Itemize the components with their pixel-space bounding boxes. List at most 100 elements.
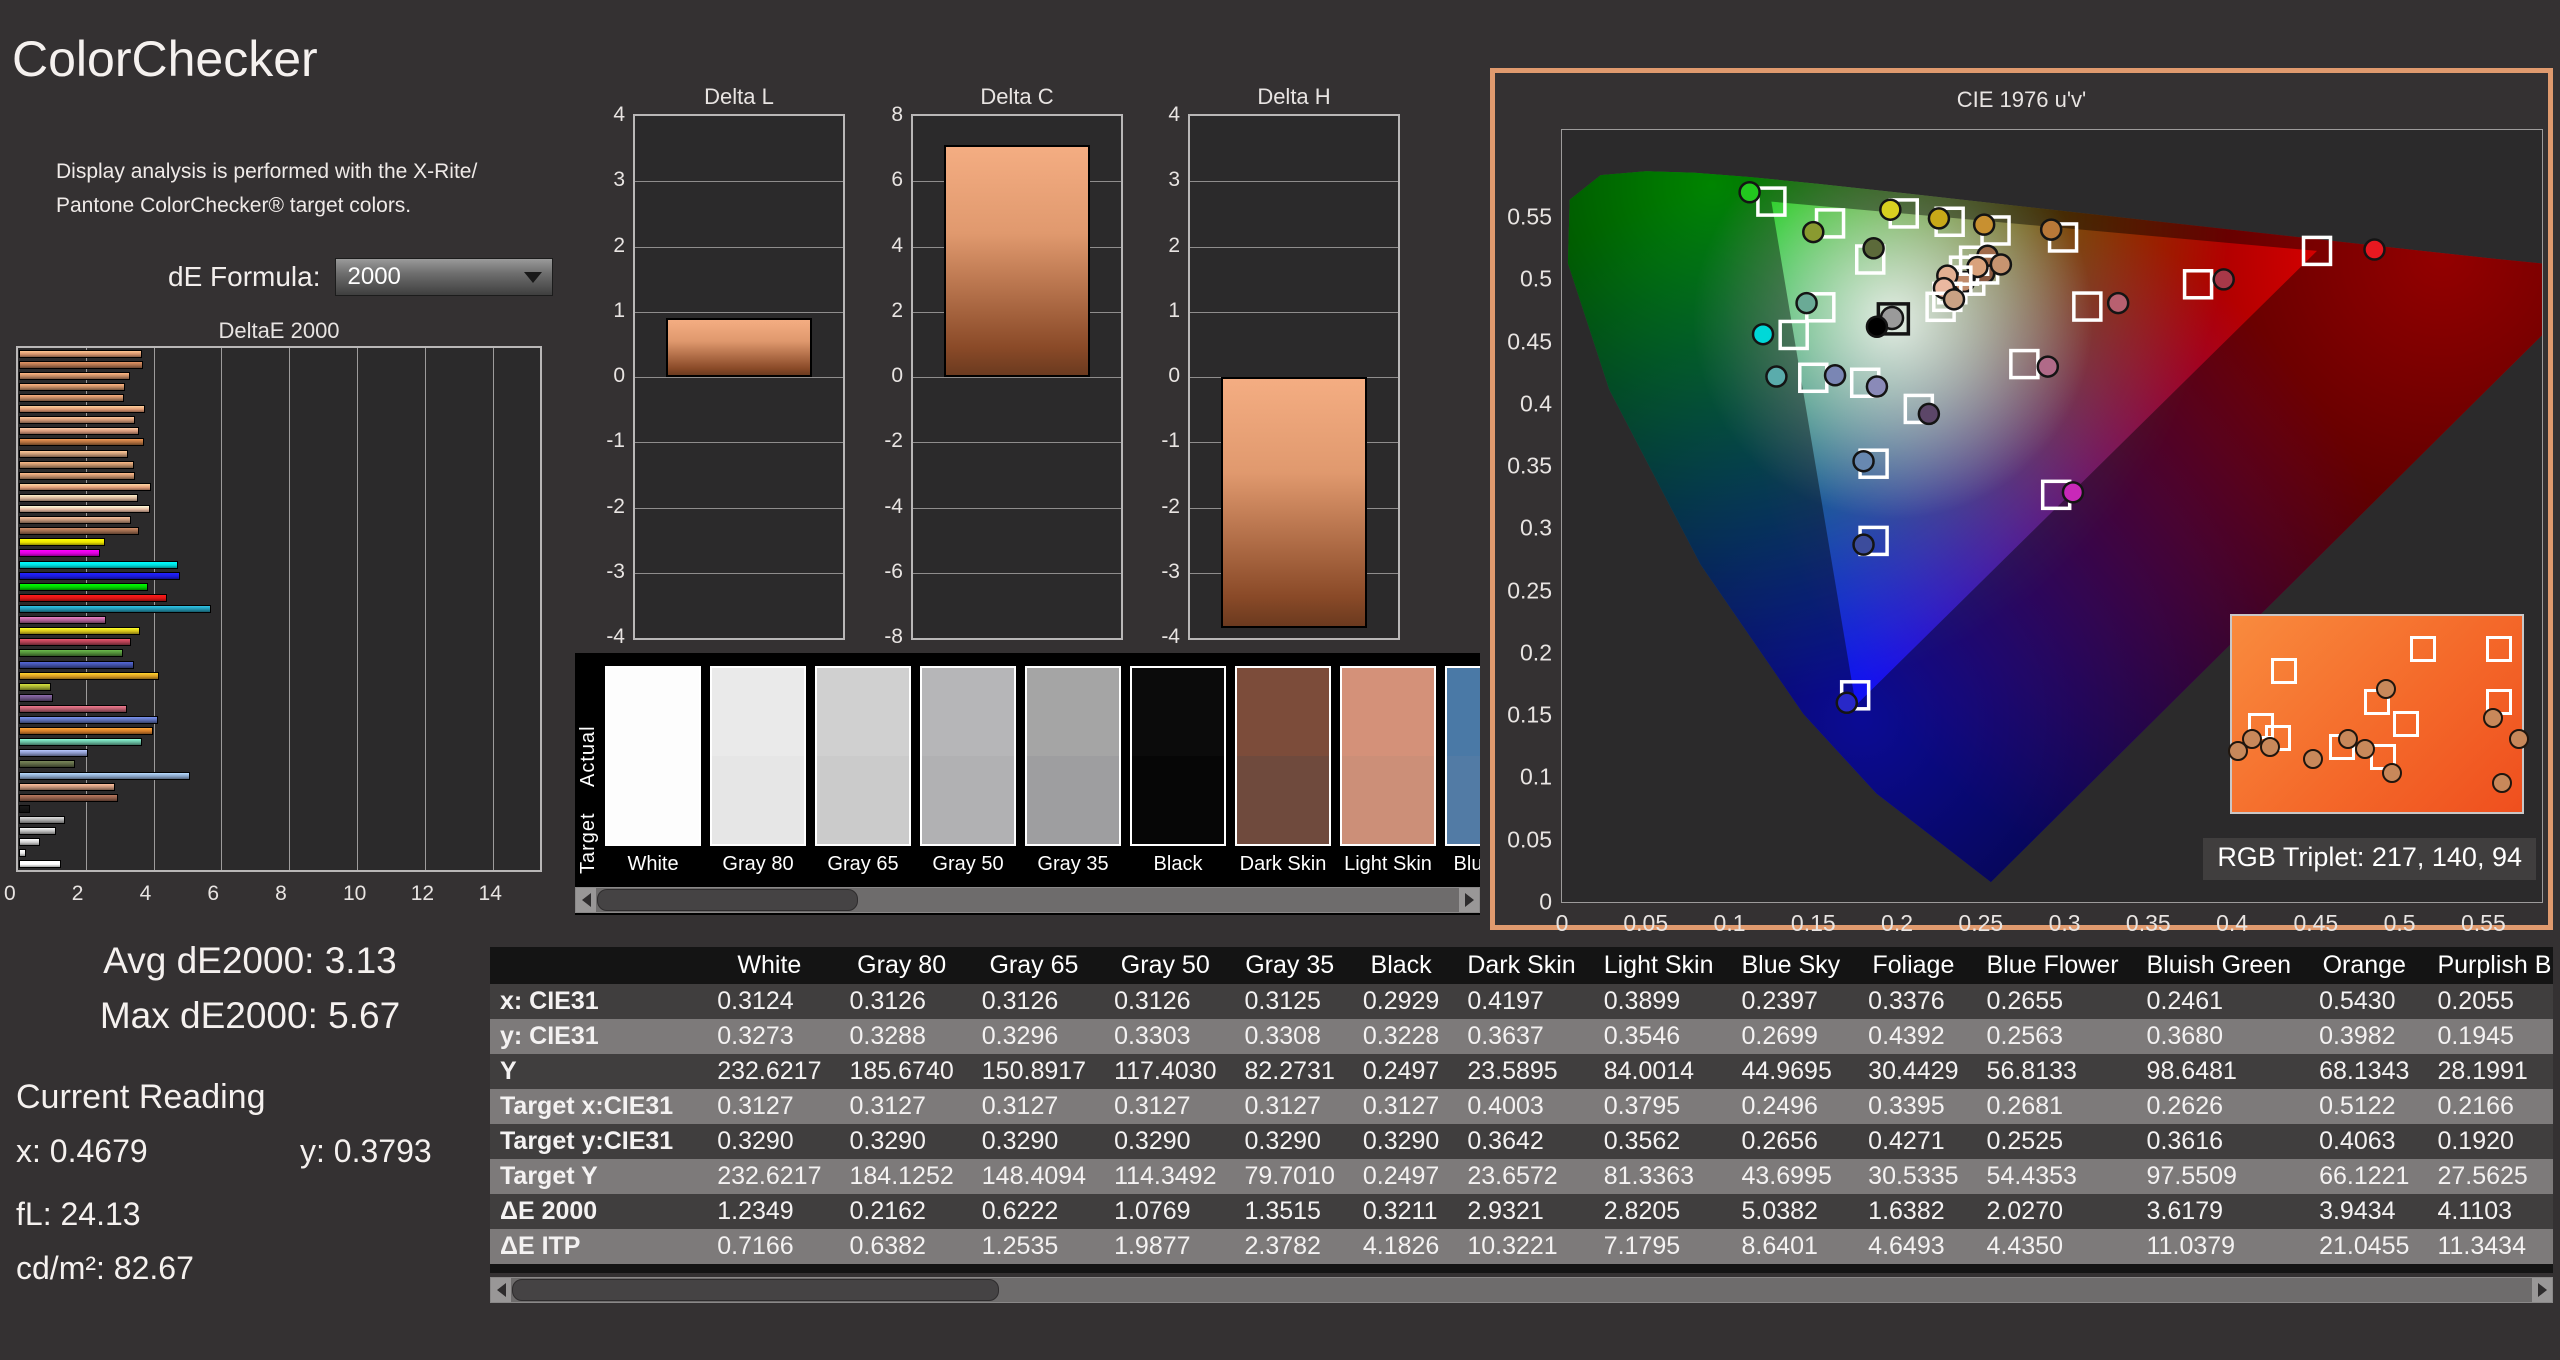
table-row: x: CIE31 0.3124 0.3126 0.3126 0.3126 0.3125 0.… [490, 984, 2553, 1019]
scroll-left-button[interactable] [576, 888, 596, 912]
measured-dot [2363, 238, 2386, 261]
table-cell: 11.0379 [2132, 1229, 2306, 1264]
row-label: Y [490, 1054, 704, 1089]
table-cell: 0.4271 [1854, 1124, 1973, 1159]
measured-dot [1917, 402, 1941, 426]
table-cell: 98.6481 [2132, 1054, 2306, 1089]
swatch-gray-50 [920, 666, 1016, 846]
y-tick-label: -4 [1161, 625, 1180, 648]
table-cell: 0.3127 [835, 1089, 968, 1124]
table-scrollbar-thumb[interactable] [512, 1279, 1000, 1301]
table-cell: 7.1795 [1589, 1229, 1728, 1264]
deltae-bar [19, 760, 75, 769]
avg-de2000-stat: Avg dE2000: 3.13 [103, 940, 397, 981]
x-tick-label: 4 [139, 882, 152, 905]
cie-x-tick: 0.1 [1713, 910, 1746, 936]
deltae-bar [19, 438, 145, 447]
y-tick-label: 4 [1168, 103, 1180, 126]
table-cell: 0.3680 [2132, 1019, 2306, 1054]
scroll-right-button[interactable] [1459, 888, 1479, 912]
swatch-scrollbar-track[interactable] [596, 888, 1459, 912]
swatch-target [712, 756, 804, 844]
table-cell: 0.2496 [1727, 1089, 1855, 1124]
column-header: Bluish Green [2132, 947, 2306, 984]
swatch-scrollbar-thumb[interactable] [597, 889, 858, 911]
cie-x-tick: 0.35 [2125, 910, 2171, 936]
table-cell: 54.4353 [1972, 1159, 2133, 1194]
table-scroll-right-button[interactable] [2532, 1278, 2552, 1302]
table-cell: 3.9434 [2305, 1194, 2424, 1229]
y-tick-label: -3 [1161, 559, 1180, 583]
gridline [1190, 311, 1398, 313]
deltae-bar [19, 849, 27, 858]
deltae-bar [19, 571, 180, 580]
delta-h-title: Delta H [1257, 84, 1331, 109]
measured-dot [1927, 207, 1951, 230]
table-cell: 0.2626 [2132, 1089, 2306, 1124]
table-cell: 232.6217 [703, 1054, 836, 1089]
gridline [635, 377, 843, 378]
de-formula-dropdown[interactable]: 2000 [334, 258, 553, 296]
table-cell: 28.1991 [2423, 1054, 2553, 1089]
y-tick-label: 4 [613, 103, 625, 126]
measured-dot [1751, 322, 1775, 346]
table-cell: 27.5625 [2423, 1159, 2553, 1194]
measured-dot [1865, 375, 1889, 398]
table-cell: 1.2349 [703, 1194, 836, 1229]
table-cell: 81.3363 [1589, 1159, 1728, 1194]
y-tick-label: 0 [891, 364, 903, 387]
table-cell: 84.0014 [1589, 1054, 1728, 1089]
column-header: Foliage [1854, 947, 1973, 984]
deltae-bar [19, 360, 143, 369]
inset-target-square [2393, 710, 2419, 737]
column-header: Light Skin [1589, 947, 1728, 984]
table-cell: 0.2461 [2132, 984, 2306, 1019]
cie-y-tick: 0.4 [1520, 390, 1552, 417]
deltae-bar [19, 827, 56, 836]
table-cell: 0.2929 [1348, 984, 1454, 1019]
table-cell: 0.5122 [2305, 1089, 2424, 1124]
table-cell: 1.6382 [1854, 1194, 1973, 1229]
x-tick-label: 0 [4, 882, 16, 905]
swatch-label: White [627, 853, 679, 875]
table-cell: 56.8133 [1972, 1054, 2133, 1089]
column-header: Gray 65 [967, 947, 1101, 984]
table-cell: 11.3434 [2423, 1229, 2553, 1264]
table-cell: 0.3546 [1589, 1019, 1728, 1054]
measured-dot [1738, 181, 1761, 204]
table-cell: 0.3308 [1230, 1019, 1349, 1054]
y-tick-label: 0 [1168, 364, 1180, 387]
swatch-target [1342, 756, 1434, 844]
deltae-bar [19, 593, 168, 602]
arrow-left-icon [581, 893, 591, 907]
swatch-label: Gray 65 [827, 853, 899, 875]
gridline [1190, 246, 1398, 248]
table-cell: 0.3562 [1589, 1124, 1728, 1159]
table-cell: 0.2656 [1727, 1124, 1855, 1159]
table-cell: 4.6493 [1854, 1229, 1973, 1264]
cie-x-tick: 0.55 [2460, 910, 2506, 936]
table-cell: 68.1343 [2305, 1054, 2424, 1089]
table-cell: 0.3616 [2132, 1124, 2306, 1159]
y-tick-label: -4 [606, 625, 625, 648]
table-scrollbar-track[interactable] [511, 1278, 2532, 1302]
de-formula-row: dE Formula: 2000 [168, 258, 553, 296]
deltae-bar [19, 804, 30, 813]
table-cell: 0.3124 [703, 984, 836, 1019]
column-header: Blue Sky [1727, 947, 1855, 984]
column-header: White [703, 947, 836, 984]
table-scroll-left-button[interactable] [491, 1278, 511, 1302]
swatch-target [922, 756, 1014, 844]
table-scrollbar[interactable] [490, 1277, 2553, 1303]
table-cell: 0.2166 [2423, 1089, 2553, 1124]
deltae-bar [19, 671, 159, 680]
swatch-scrollbar[interactable] [575, 887, 1480, 913]
deltae-bar [19, 838, 40, 847]
swatch-blue-sky [1445, 666, 1480, 846]
swatch-label: Gray 50 [932, 853, 1004, 875]
swatch-target [1237, 756, 1329, 844]
table-row: y: CIE31 0.3273 0.3288 0.3296 0.3303 0.3308 0.… [490, 1019, 2553, 1054]
description-line2: Pantone ColorChecker® target colors. [56, 194, 412, 218]
y-tick-label: -2 [1161, 494, 1180, 518]
column-header: Gray 35 [1230, 947, 1349, 984]
